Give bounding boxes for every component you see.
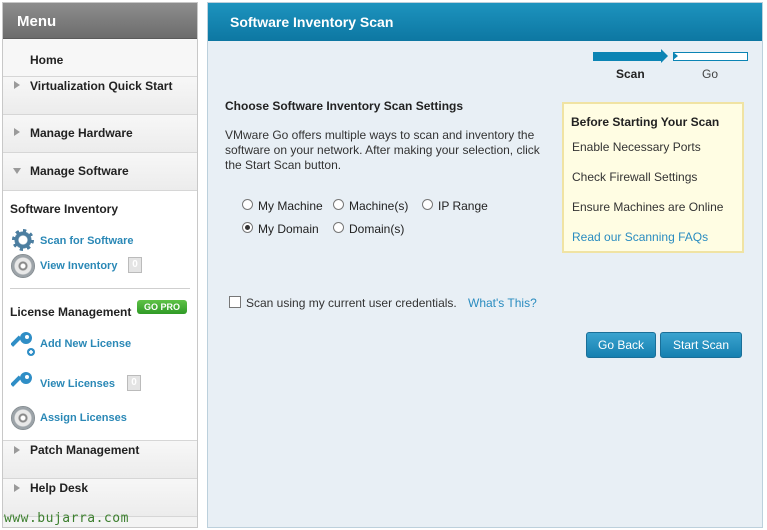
scan-for-software-link[interactable]: Scan for Software (40, 235, 134, 247)
radio-domains-label[interactable]: Domain(s) (349, 222, 404, 236)
credentials-label[interactable]: Scan using my current user credentials. (246, 296, 457, 310)
tip-check-firewall: Check Firewall Settings (572, 170, 698, 184)
radio-machines-label[interactable]: Machine(s) (349, 199, 408, 213)
panel-title: Software Inventory Scan (208, 3, 762, 41)
step-arrow-outline-icon (673, 52, 678, 60)
step-label-go: Go (702, 67, 719, 81)
tip-machines-online: Ensure Machines are Online (572, 200, 724, 214)
faq-link[interactable]: Read our Scanning FAQs (572, 230, 708, 244)
step-label-scan: Scan (616, 67, 645, 81)
menu-title: Menu (3, 3, 197, 39)
assign-licenses-link[interactable]: Assign Licenses (40, 412, 127, 424)
watermark: www.bujarra.com (4, 511, 129, 526)
step-arrow-icon (661, 49, 668, 63)
tip-enable-ports: Enable Necessary Ports (572, 140, 701, 154)
sidebar-item-home-label: Home (30, 53, 64, 67)
chevron-right-icon (14, 446, 20, 454)
sidebar-menu: Menu Home Virtualization Quick Start Man… (2, 2, 198, 528)
section-title: Choose Software Inventory Scan Settings (225, 99, 464, 113)
disc-icon[interactable] (11, 254, 35, 278)
licenses-count-badge: 0 (127, 375, 141, 391)
radio-domains[interactable] (333, 222, 344, 233)
chevron-right-icon (14, 128, 20, 136)
radio-my-machine[interactable] (242, 199, 253, 210)
view-inventory-link[interactable]: View Inventory (40, 260, 117, 272)
sidebar-item-hardware[interactable]: Manage Hardware (3, 115, 197, 153)
credentials-checkbox[interactable] (229, 296, 241, 308)
go-back-button[interactable]: Go Back (586, 332, 656, 358)
radio-machines[interactable] (333, 199, 344, 210)
sidebar-item-virtualization-label: Virtualization Quick Start (30, 79, 173, 93)
radio-my-domain-label[interactable]: My Domain (258, 222, 319, 236)
scan-panel: Software Inventory Scan Scan Go Choose S… (207, 2, 763, 528)
license-management-heading: License Management (10, 305, 132, 319)
intro-text: VMware Go offers multiple ways to scan a… (225, 128, 540, 172)
chevron-right-icon (14, 81, 20, 89)
sidebar-item-helpdesk-label: Help Desk (30, 481, 89, 495)
licenses-count: 0 (131, 377, 137, 388)
chevron-right-icon (14, 484, 20, 492)
radio-ip-range-label[interactable]: IP Range (438, 199, 488, 213)
sidebar-item-virtualization[interactable]: Virtualization Quick Start (3, 77, 197, 115)
sidebar-item-home[interactable]: Home (3, 39, 197, 77)
app-root: Menu Home Virtualization Quick Start Man… (0, 0, 767, 530)
add-new-license-link[interactable]: Add New License (40, 338, 131, 350)
inventory-count: 0 (132, 259, 138, 270)
radio-ip-range[interactable] (422, 199, 433, 210)
key-icon[interactable] (11, 370, 35, 396)
tips-box: Before Starting Your Scan Enable Necessa… (562, 102, 744, 253)
tips-title: Before Starting Your Scan (571, 115, 720, 129)
go-pro-badge[interactable]: GO PRO (137, 300, 187, 314)
sidebar-item-hardware-label: Manage Hardware (30, 126, 133, 140)
start-scan-button[interactable]: Start Scan (660, 332, 742, 358)
sidebar-item-software[interactable]: Manage Software (3, 153, 197, 191)
submenu-divider (10, 288, 190, 289)
chevron-down-icon (13, 168, 21, 174)
step-bar-go (673, 52, 748, 61)
radio-my-domain[interactable] (242, 222, 253, 233)
software-inventory-heading: Software Inventory (10, 202, 119, 216)
view-licenses-link[interactable]: View Licenses (40, 378, 115, 390)
inventory-count-badge: 0 (128, 257, 142, 273)
assign-disc-icon[interactable] (11, 406, 35, 430)
gear-icon[interactable] (12, 229, 34, 251)
whats-this-link[interactable]: What's This? (468, 296, 537, 310)
sidebar-item-patch-label: Patch Management (30, 443, 140, 457)
software-submenu: Software Inventory Scan for Software Vie… (3, 191, 197, 441)
sidebar-item-software-label: Manage Software (30, 164, 129, 178)
step-bar-scan (593, 52, 661, 61)
radio-my-machine-label[interactable]: My Machine (258, 199, 323, 213)
add-key-icon[interactable] (11, 330, 35, 356)
sidebar-item-patch[interactable]: Patch Management (3, 441, 197, 479)
